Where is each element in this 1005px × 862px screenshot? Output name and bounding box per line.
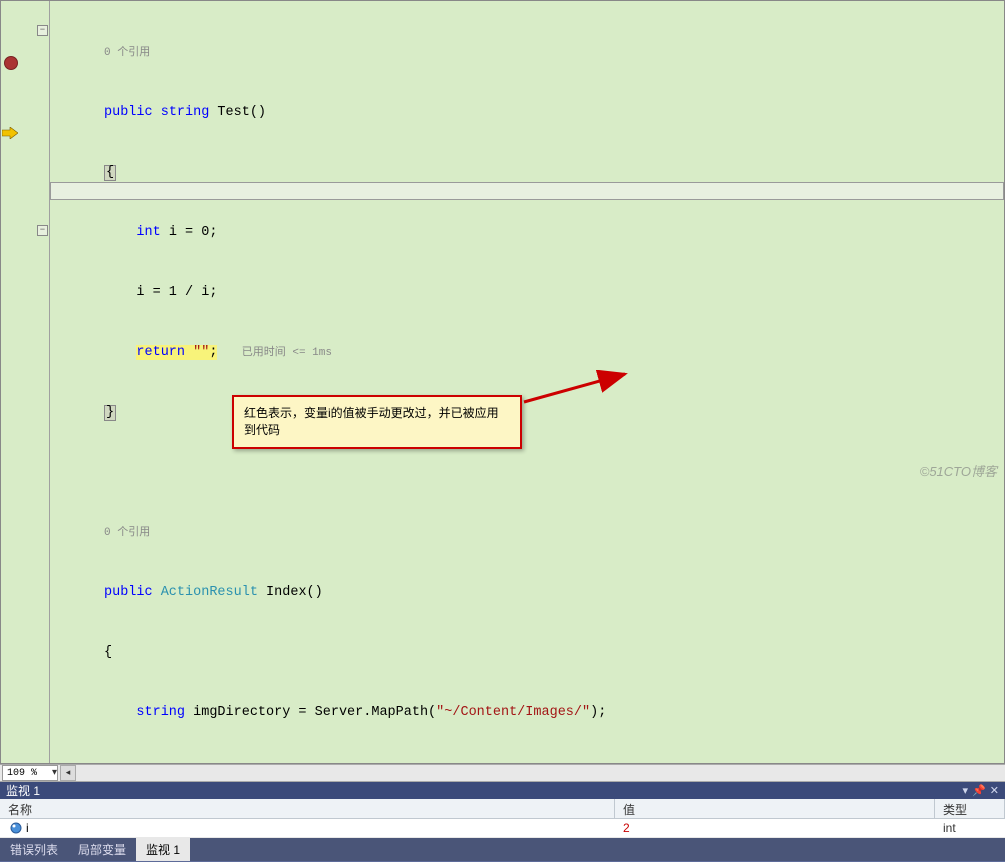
panel-title-text: 监视 1 (6, 782, 40, 799)
breakpoint-icon[interactable] (4, 56, 18, 70)
string-literal: "~/Content/Images/" (436, 705, 590, 720)
variable-icon (10, 822, 22, 834)
brace-highlight: { (104, 165, 116, 181)
watch-var-value[interactable]: 2 (615, 821, 935, 835)
keyword: int (136, 225, 160, 240)
code-text: imgDirectory = Server.MapPath( (185, 705, 436, 720)
code-text: i = 1 / i; (136, 285, 217, 300)
pin-icon[interactable]: 📌 (972, 784, 986, 797)
code-reference-hint: 0 个引用 (104, 43, 1004, 63)
collapse-toggle-icon[interactable]: − (37, 225, 48, 236)
keyword: return (136, 345, 185, 360)
watch-row[interactable]: i 2 int (0, 819, 1005, 837)
watch-panel-title-bar: 监视 1 ▾ 📌 ✕ (0, 782, 1005, 799)
tab-watch-1[interactable]: 监视 1 (136, 838, 190, 861)
code-text: { (104, 645, 112, 660)
scroll-left-icon[interactable]: ◂ (60, 765, 76, 781)
brace-highlight: } (104, 405, 116, 421)
empty-line (104, 463, 1004, 483)
keyword: string (161, 105, 210, 120)
dropdown-icon[interactable]: ▾ (963, 784, 969, 797)
keyword: string (136, 705, 185, 720)
zoom-level-dropdown[interactable]: 109 % ▾ (2, 765, 58, 781)
method-name: Test() (209, 105, 266, 120)
chevron-down-icon: ▾ (52, 767, 57, 779)
close-icon[interactable]: ✕ (990, 784, 999, 797)
watch-panel: 名称 值 类型 i 2 int (0, 799, 1005, 838)
watch-var-name: i (26, 821, 29, 835)
tab-error-list[interactable]: 错误列表 (0, 838, 68, 861)
code-body[interactable]: 0 个引用 public string Test() { int i = 0; … (49, 1, 1004, 763)
column-header-type[interactable]: 类型 (935, 799, 1005, 818)
bottom-tab-bar: 错误列表 局部变量 监视 1 (0, 838, 1005, 861)
keyword: public (104, 105, 153, 120)
zoom-scrollbar-row: 109 % ▾ ◂ (0, 764, 1005, 782)
string-literal: "" (185, 345, 209, 360)
watch-empty-area[interactable] (0, 837, 1005, 838)
type-name: ActionResult (153, 585, 258, 600)
code-reference-hint: 0 个引用 (104, 523, 1004, 543)
zoom-value: 109 % (7, 768, 37, 779)
keyword: public (104, 585, 153, 600)
code-editor[interactable]: − − 0 个引用 public string Test() { int i =… (0, 0, 1005, 764)
column-header-name[interactable]: 名称 (0, 799, 615, 818)
code-text: ; (209, 345, 217, 360)
annotation-callout: 红色表示，变量i的值被手动更改过，并已被应用到代码 (232, 395, 522, 449)
current-line-arrow-icon (2, 127, 18, 139)
watch-header-row: 名称 值 类型 (0, 799, 1005, 819)
timing-hint: 已用时间 <= 1ms (242, 347, 332, 359)
method-name: Index() (258, 585, 323, 600)
watch-var-type: int (935, 821, 1005, 835)
column-header-value[interactable]: 值 (615, 799, 935, 818)
collapse-toggle-icon[interactable]: − (37, 25, 48, 36)
code-text: ); (590, 705, 606, 720)
tab-locals[interactable]: 局部变量 (68, 838, 136, 861)
code-text: i = 0; (161, 225, 218, 240)
gutter: − − (1, 1, 49, 763)
